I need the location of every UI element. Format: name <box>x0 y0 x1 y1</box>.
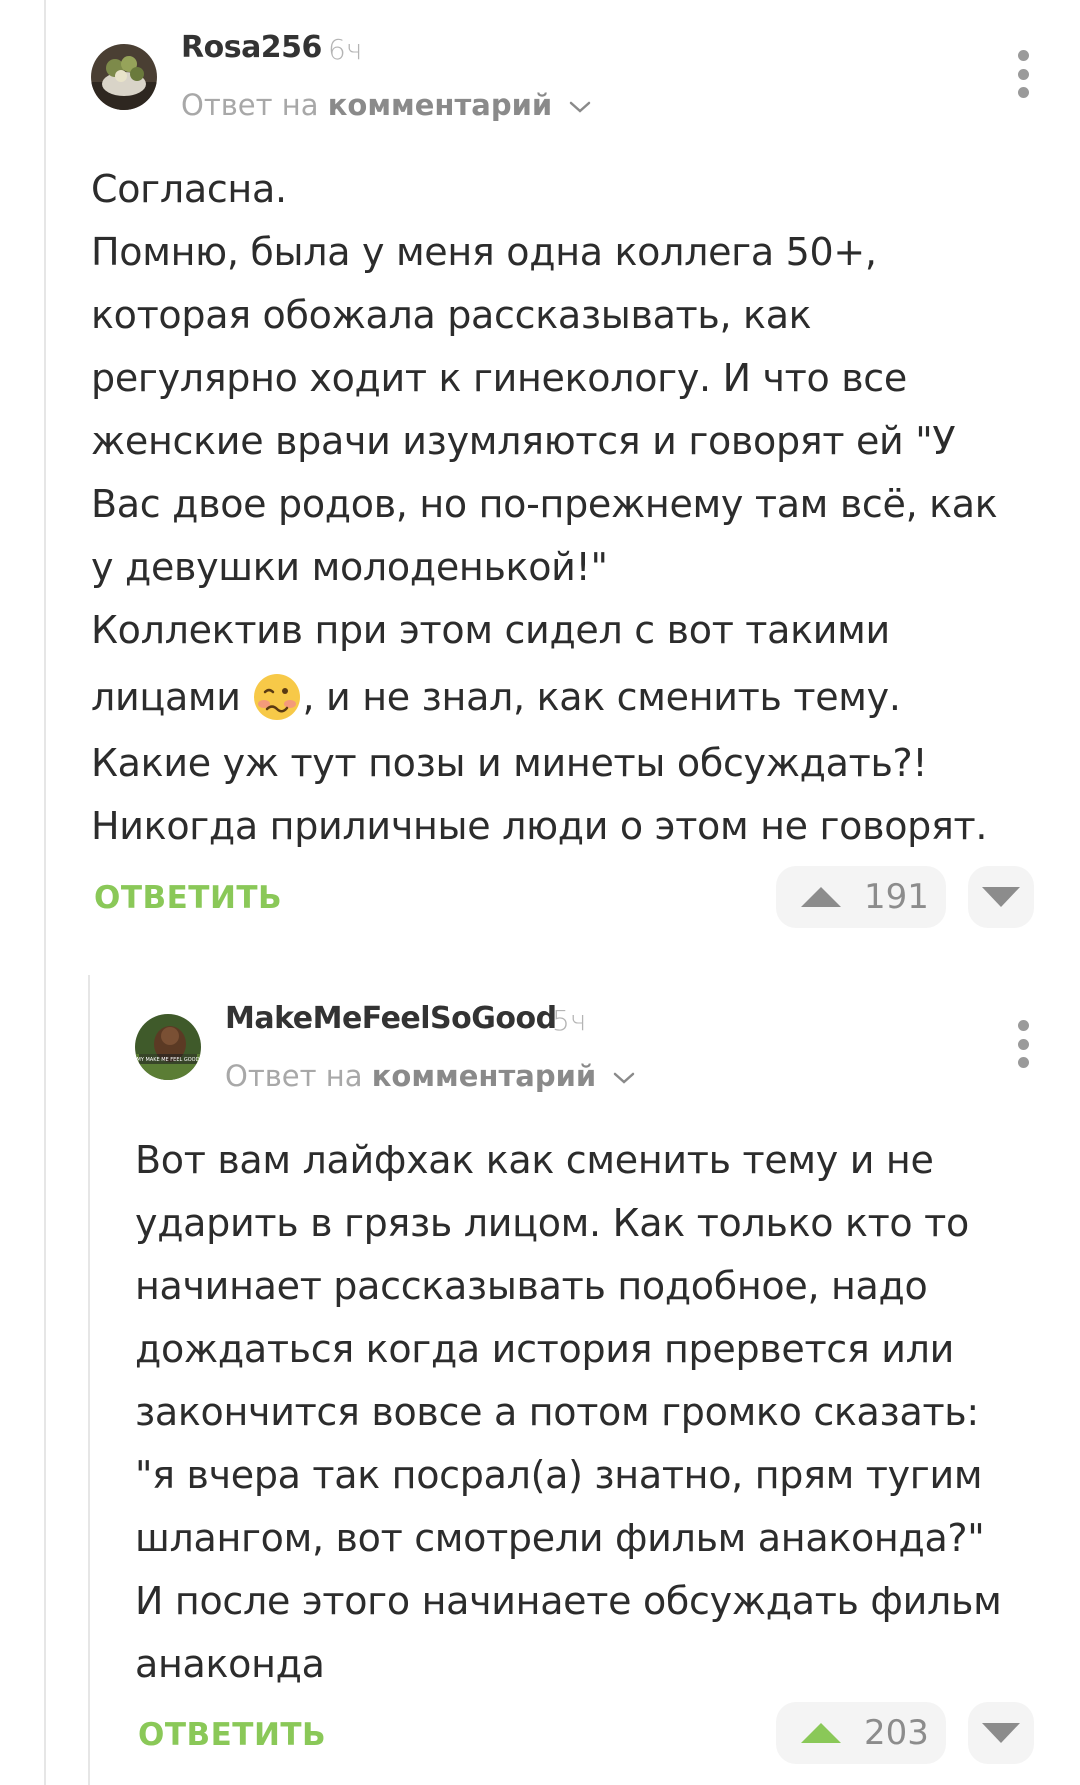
more-options-icon[interactable] <box>1008 50 1038 98</box>
downvote-button[interactable] <box>968 1702 1034 1764</box>
chevron-down-icon <box>570 101 591 113</box>
downvote-arrow-icon <box>982 887 1020 907</box>
comment-time: 5ч <box>552 1004 587 1037</box>
reply-to-link[interactable]: Ответ на комментарий <box>181 88 591 122</box>
comment-author[interactable]: Rosa256 <box>181 30 322 65</box>
reply-to-prefix: Ответ на <box>225 1059 363 1093</box>
comment-line: шлангом, вот смотрели фильм анаконда?" <box>135 1516 985 1560</box>
avatar-image <box>91 44 157 110</box>
downvote-arrow-icon <box>982 1723 1020 1743</box>
downvote-button[interactable] <box>968 866 1034 928</box>
comment-time: 6ч <box>328 33 363 66</box>
avatar-caption: MY MAKE ME FEEL GOOD <box>137 1057 200 1063</box>
comment-line-with-emoji: лицами , и не знал, как сменить тему. <box>91 662 997 732</box>
reply-button[interactable]: ОТВЕТИТЬ <box>94 880 282 916</box>
rating-count: 203 <box>864 1713 929 1753</box>
comment-line: Вас двое родов, но по-прежнему там всё, … <box>91 482 998 526</box>
comment-line: ударить в грязь лицом. Как только кто то <box>135 1201 969 1245</box>
comment-line: анаконда <box>135 1642 325 1686</box>
comment-line: Никогда приличные люди о этом не говорят… <box>91 804 988 848</box>
woozy-face-emoji-icon <box>254 674 301 720</box>
upvote-button[interactable]: 203 <box>776 1702 946 1764</box>
comment-line: женские врачи изумляются и говорят ей "У <box>91 419 956 463</box>
comment-line: Согласна. <box>91 167 287 211</box>
avatar-image: MY MAKE ME FEEL GOOD <box>135 1014 201 1080</box>
comment-body: Вот вам лайфхак как сменить тему и не уд… <box>135 1129 1002 1696</box>
comment-text: , и не знал, как сменить тему. <box>302 675 901 719</box>
comment-line: Помню, была у меня одна коллега 50+, <box>91 230 877 274</box>
avatar[interactable]: MY MAKE ME FEEL GOOD <box>135 1014 201 1080</box>
comment-line: начинает рассказывать подобное, надо <box>135 1264 928 1308</box>
comment-line: регулярно ходит к гинекологу. И что все <box>91 356 907 400</box>
comment-line: дождаться когда история прервется или <box>135 1327 955 1371</box>
reply-to-target: комментарий <box>327 88 553 122</box>
avatar[interactable] <box>91 44 157 110</box>
upvote-button[interactable]: 191 <box>776 866 946 928</box>
comment-line: закончится вовсе а потом громко сказать: <box>135 1390 979 1434</box>
comment-line: у девушки молоденькой!" <box>91 545 608 589</box>
comment-line: Какие уж тут позы и минеты обсуждать?! <box>91 741 928 785</box>
comment-author[interactable]: MakeMeFeelSoGood <box>225 1001 557 1036</box>
comment-line: которая обожала рассказывать, как <box>91 293 812 337</box>
comment-line: Вот вам лайфхак как сменить тему и не <box>135 1138 934 1182</box>
reply-to-prefix: Ответ на <box>181 88 319 122</box>
comment-body: Согласна. Помню, была у меня одна коллег… <box>91 158 998 858</box>
reply-to-link[interactable]: Ответ на комментарий <box>225 1059 635 1093</box>
reply-to-target: комментарий <box>371 1059 597 1093</box>
upvote-arrow-icon <box>801 1723 841 1743</box>
rating-count: 191 <box>864 877 929 917</box>
comment-line: "я вчера так посрал(а) знатно, прям туги… <box>135 1453 983 1497</box>
comment-line: И после этого начинаете обсуждать фильм <box>135 1579 1002 1623</box>
comment-text: лицами <box>91 675 241 719</box>
thread-line-nested <box>88 975 90 1785</box>
more-options-icon[interactable] <box>1008 1020 1038 1068</box>
reply-button[interactable]: ОТВЕТИТЬ <box>138 1717 326 1753</box>
chevron-down-icon <box>614 1072 635 1084</box>
upvote-arrow-icon <box>801 887 841 907</box>
thread-line-root <box>44 0 46 1785</box>
comment-line: Коллектив при этом сидел с вот такими <box>91 608 890 652</box>
